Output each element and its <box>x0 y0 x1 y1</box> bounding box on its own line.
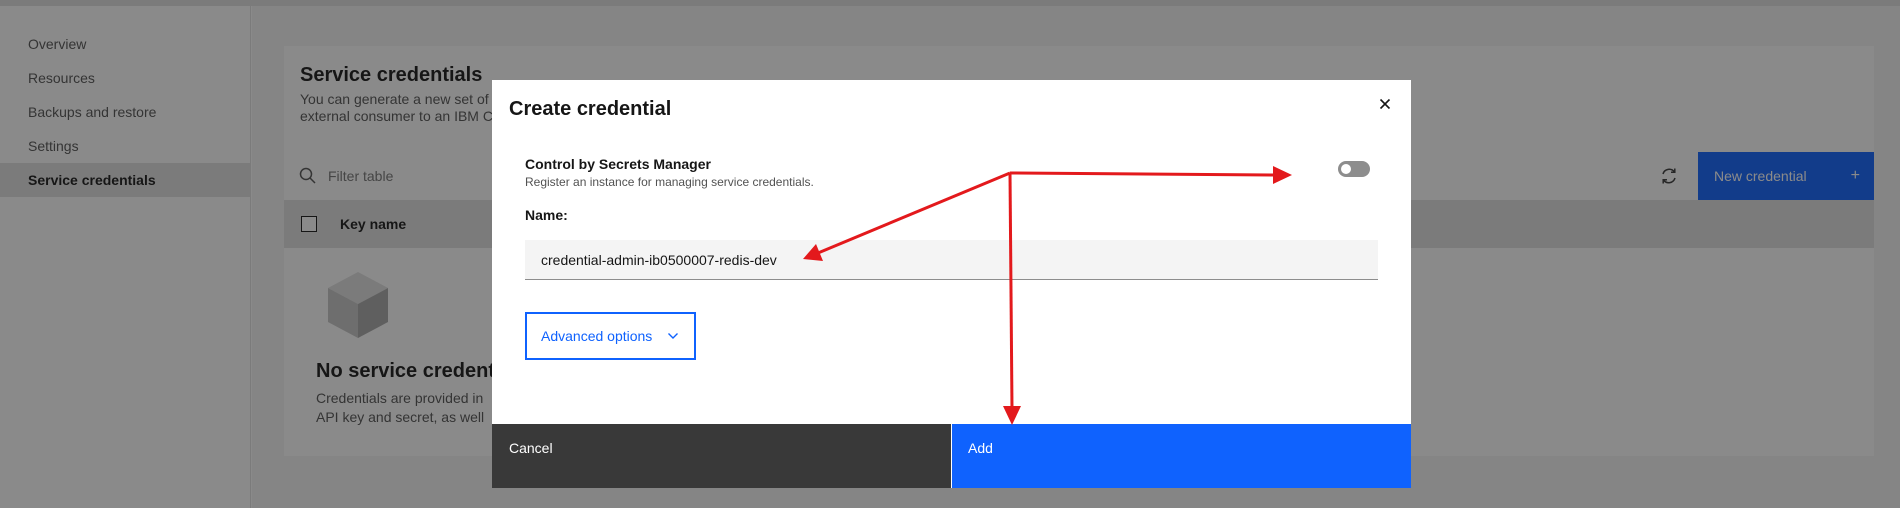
create-credential-modal: Create credential Control by Secrets Man… <box>492 80 1411 488</box>
advanced-options-label: Advanced options <box>541 328 653 344</box>
close-icon[interactable] <box>1373 92 1397 116</box>
secrets-manager-help: Register an instance for managing servic… <box>525 175 814 189</box>
advanced-options-button[interactable]: Advanced options <box>525 312 696 360</box>
secrets-manager-toggle[interactable] <box>1338 161 1370 177</box>
modal-title: Create credential <box>509 98 672 120</box>
toggle-knob <box>1341 164 1351 174</box>
secrets-manager-title: Control by Secrets Manager <box>525 156 711 172</box>
name-label: Name: <box>525 207 568 223</box>
cancel-button[interactable]: Cancel <box>492 424 951 488</box>
add-button[interactable]: Add <box>952 424 1411 488</box>
name-input[interactable] <box>525 240 1378 280</box>
chevron-down-icon <box>668 333 678 339</box>
